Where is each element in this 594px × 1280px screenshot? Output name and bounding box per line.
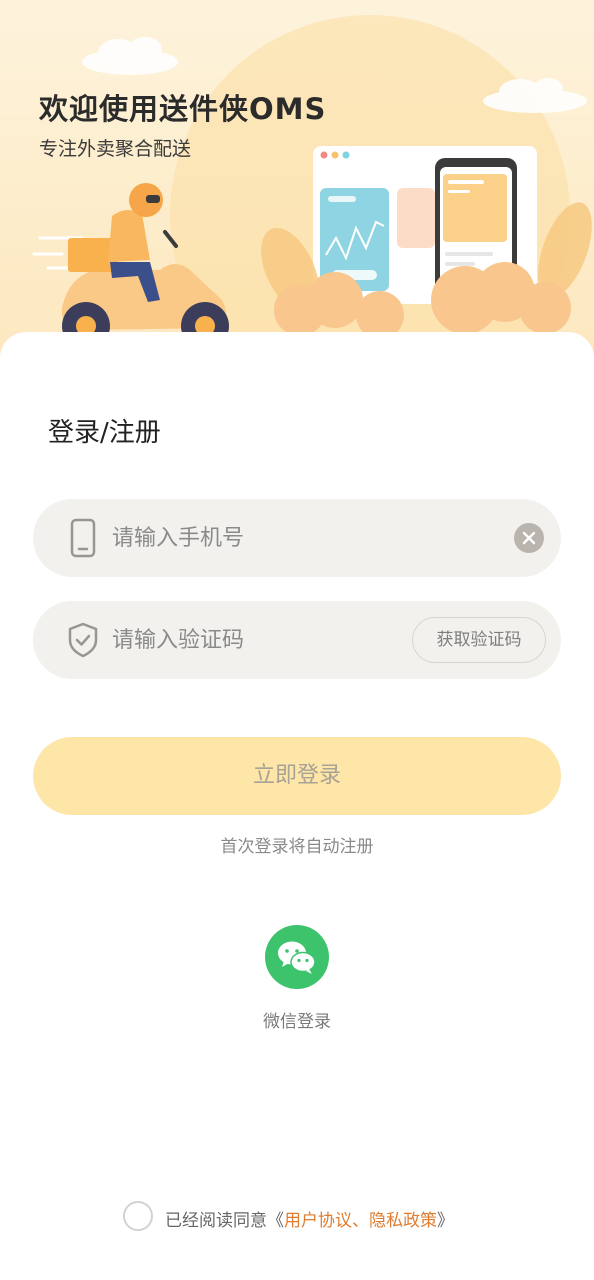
agreement-separator: 、 [352,1211,369,1231]
hero-illustration [32,15,592,360]
verification-code-input[interactable] [112,619,432,661]
verification-code-field: 获取验证码 [33,601,561,679]
get-code-button[interactable]: 获取验证码 [412,617,546,663]
wechat-login-button[interactable] [265,925,329,989]
clear-icon [522,531,536,545]
phone-input[interactable] [112,517,432,559]
shield-check-icon [68,622,98,658]
agreement-text: 已经阅读同意《用户协议、隐私政策》 [165,1206,454,1231]
agreement-suffix: 》 [437,1211,454,1231]
hero-banner: 欢迎使用送件侠OMS 专注外卖聚合配送 [0,0,594,360]
privacy-policy-link[interactable]: 隐私政策 [369,1211,437,1231]
welcome-subtitle: 专注外卖聚合配送 [39,138,192,160]
clear-phone-button[interactable] [514,523,544,553]
login-button[interactable]: 立即登录 [33,737,561,815]
phone-field [33,499,561,577]
login-register-title: 登录/注册 [48,418,161,448]
user-agreement-link[interactable]: 用户协议 [284,1211,352,1231]
mobile-phone-icon [70,518,96,558]
agreement-prefix: 已经阅读同意《 [165,1211,284,1231]
wechat-icon [278,941,316,974]
wechat-login-label: 微信登录 [263,1012,331,1032]
welcome-title: 欢迎使用送件侠OMS [39,92,327,126]
agreement-checkbox[interactable] [123,1201,153,1231]
auto-register-hint: 首次登录将自动注册 [220,837,374,857]
